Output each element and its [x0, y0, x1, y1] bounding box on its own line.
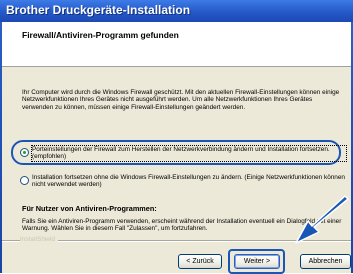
option-label-continue-without-change[interactable]: Installation fortsetzen ohne die Windows… — [32, 174, 346, 189]
pointer-arrow-icon — [295, 195, 349, 244]
page-title: Firewall/Antiviren-Programm gefunden — [22, 30, 179, 40]
option-continue-without-change[interactable]: Installation fortsetzen ohne die Windows… — [20, 174, 346, 189]
window-title: Brother Druckgeräte-Installation — [6, 3, 191, 17]
option-label-change-firewall[interactable]: Porteinstellungen der Firewall zum Herst… — [31, 145, 347, 162]
option-change-firewall[interactable]: Porteinstellungen der Firewall zum Herst… — [20, 145, 347, 162]
title-bar[interactable]: Brother Druckgeräte-Installation — [0, 0, 353, 22]
radio-change-firewall[interactable] — [20, 148, 29, 157]
antivirus-heading: Für Nutzer von Antiviren-Programmen: — [22, 204, 157, 213]
intro-text: Ihr Computer wird durch die Windows Fire… — [22, 89, 340, 111]
radio-continue-without-change[interactable] — [20, 176, 29, 185]
back-button[interactable]: < Zurück — [178, 254, 222, 269]
dialog-header: Firewall/Antiviren-Programm gefunden — [2, 22, 351, 67]
next-button[interactable]: Weiter > — [234, 254, 280, 269]
installer-window: Brother Druckgeräte-Installation Firewal… — [0, 0, 353, 274]
cancel-button[interactable]: Abbrechen — [300, 254, 351, 269]
installshield-brand: InstallShield — [20, 236, 59, 243]
